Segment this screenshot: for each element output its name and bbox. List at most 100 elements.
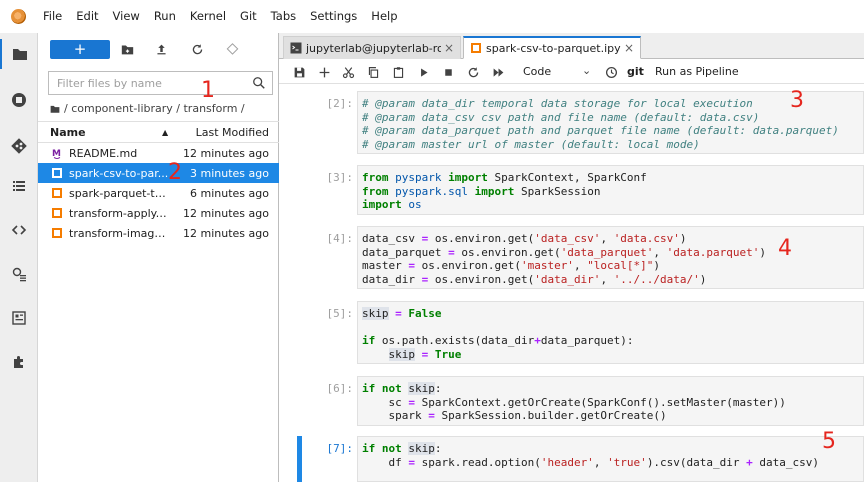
git-icon[interactable] <box>0 131 38 161</box>
menu-settings[interactable]: Settings <box>303 0 364 33</box>
restart-run-all-icon[interactable] <box>490 64 506 80</box>
code-cell[interactable]: [5]: skip = False if os.path.exists(data… <box>279 301 864 364</box>
jupyter-logo-icon <box>10 9 26 24</box>
column-last-modified[interactable]: Last Modified <box>196 126 269 139</box>
file-modified: 12 minutes ago <box>183 226 269 240</box>
column-name[interactable]: Name <box>50 126 86 139</box>
jupyter-logo <box>0 0 36 33</box>
code-editor[interactable]: if not skip: df = spark.read.option('hea… <box>357 436 864 482</box>
close-icon[interactable]: × <box>444 41 454 55</box>
file-row[interactable]: M README.md 12 minutes ago <box>38 143 279 163</box>
activity-bar <box>0 33 38 482</box>
file-filter <box>48 71 273 95</box>
code-editor[interactable]: skip = False if os.path.exists(data_dir+… <box>357 301 864 364</box>
extensions-icon[interactable] <box>0 347 38 377</box>
tab-terminal[interactable]: jupyterlab@jupyterlab-rom × <box>283 36 461 59</box>
menu-help[interactable]: Help <box>364 0 404 33</box>
run-as-pipeline-button[interactable]: Run as Pipeline <box>655 65 739 78</box>
runtimes-icon[interactable] <box>0 259 38 289</box>
restart-kernel-icon[interactable] <box>465 64 481 80</box>
menu-tabs[interactable]: Tabs <box>264 0 303 33</box>
new-launcher-button[interactable]: + <box>50 40 110 59</box>
file-modified: 12 minutes ago <box>183 146 269 160</box>
table-of-contents-icon[interactable] <box>0 171 38 201</box>
file-browser: + / component-library / transform / Name… <box>38 33 279 482</box>
file-name: transform-apply.i... <box>69 206 169 220</box>
menu-run[interactable]: Run <box>147 0 183 33</box>
menu-bar: File Edit View Run Kernel Git Tabs Setti… <box>0 0 864 33</box>
cell-prompt: [5]: <box>326 307 354 320</box>
copy-icon[interactable] <box>365 64 381 80</box>
running-icon[interactable] <box>0 85 38 115</box>
breadcrumb: / component-library / transform / <box>50 102 245 115</box>
code-cell-active[interactable]: [7]: if not skip: df = spark.read.option… <box>279 436 864 482</box>
notebook-toolbar: Code ⌄ git Run as Pipeline <box>279 60 864 84</box>
code-cell[interactable]: [4]: data_csv = os.environ.get('data_csv… <box>279 226 864 289</box>
git-clone-icon[interactable] <box>224 41 240 57</box>
upload-icon[interactable] <box>153 41 169 57</box>
active-cell-indicator <box>297 436 302 482</box>
notebook-icon <box>52 228 62 238</box>
paste-icon[interactable] <box>390 64 406 80</box>
code-cell[interactable]: [3]: from pyspark import SparkContext, S… <box>279 165 864 215</box>
annotation-4: 4 <box>778 236 792 261</box>
code-editor[interactable]: from pyspark import SparkContext, SparkC… <box>357 165 864 215</box>
file-name: transform-image... <box>69 226 169 240</box>
cell-prompt: [7]: <box>326 442 354 455</box>
save-icon[interactable] <box>291 64 307 80</box>
annotation-1: 1 <box>201 78 215 103</box>
file-modified: 6 minutes ago <box>190 186 269 200</box>
clock-icon[interactable] <box>603 64 619 80</box>
component-catalog-icon[interactable] <box>0 303 38 333</box>
file-list: M README.md 12 minutes ago spark-csv-to-… <box>38 143 279 243</box>
file-name: spark-csv-to-par... <box>69 166 169 180</box>
sort-ascending-icon[interactable]: ▲ <box>162 128 168 137</box>
run-cell-icon[interactable] <box>415 64 431 80</box>
code-cell[interactable]: [6]: if not skip: sc = SparkContext.getO… <box>279 376 864 426</box>
file-row-selected[interactable]: spark-csv-to-par... 3 minutes ago <box>38 163 279 183</box>
file-list-header: Name ▲ Last Modified <box>38 121 279 143</box>
menu-git[interactable]: Git <box>233 0 264 33</box>
menu-file[interactable]: File <box>36 0 69 33</box>
file-name: README.md <box>69 146 138 160</box>
annotation-3: 3 <box>790 88 804 113</box>
annotation-2: 2 <box>168 160 182 185</box>
file-row[interactable]: transform-image... 12 minutes ago <box>38 223 279 243</box>
cell-prompt: [4]: <box>326 232 354 245</box>
menu-kernel[interactable]: Kernel <box>183 0 233 33</box>
notebook-icon <box>52 168 62 178</box>
git-diff-button[interactable]: git <box>627 65 644 78</box>
tab-bar: jupyterlab@jupyterlab-rom × spark-csv-to… <box>279 33 864 59</box>
tab-label: spark-csv-to-parquet.ipynb <box>486 41 621 55</box>
file-modified: 12 minutes ago <box>183 206 269 220</box>
main-area: jupyterlab@jupyterlab-rom × spark-csv-to… <box>279 33 864 482</box>
refresh-icon[interactable] <box>189 41 205 57</box>
folder-icon[interactable] <box>0 39 38 69</box>
chevron-down-icon[interactable]: ⌄ <box>582 64 591 77</box>
cut-icon[interactable] <box>340 64 356 80</box>
code-editor[interactable]: if not skip: sc = SparkContext.getOrCrea… <box>357 376 864 426</box>
code-cell[interactable]: [2]: # @param data_dir temporal data sto… <box>279 91 864 154</box>
file-browser-toolbar: + <box>38 33 279 66</box>
menu-view[interactable]: View <box>106 0 147 33</box>
annotation-5: 5 <box>822 429 836 454</box>
menu-edit[interactable]: Edit <box>69 0 105 33</box>
file-row[interactable]: spark-parquet-to... 6 minutes ago <box>38 183 279 203</box>
add-cell-icon[interactable] <box>316 64 332 80</box>
notebook-icon <box>52 208 62 218</box>
breadcrumb-path[interactable]: / component-library / transform / <box>64 102 245 115</box>
interrupt-kernel-icon[interactable] <box>440 64 456 80</box>
file-row[interactable]: transform-apply.i... 12 minutes ago <box>38 203 279 223</box>
code-editor[interactable]: # @param data_dir temporal data storage … <box>357 91 864 154</box>
search-icon <box>253 77 265 89</box>
terminal-icon <box>290 42 302 54</box>
code-snippets-icon[interactable] <box>0 215 38 245</box>
file-name: spark-parquet-to... <box>69 186 169 200</box>
folder-home-icon[interactable] <box>50 104 60 114</box>
cell-type-select[interactable]: Code <box>523 65 551 78</box>
notebook-icon <box>471 43 481 53</box>
tab-label: jupyterlab@jupyterlab-rom <box>306 41 441 55</box>
new-folder-icon[interactable] <box>119 41 135 57</box>
tab-notebook[interactable]: spark-csv-to-parquet.ipynb × <box>463 36 641 59</box>
close-icon[interactable]: × <box>624 41 634 55</box>
